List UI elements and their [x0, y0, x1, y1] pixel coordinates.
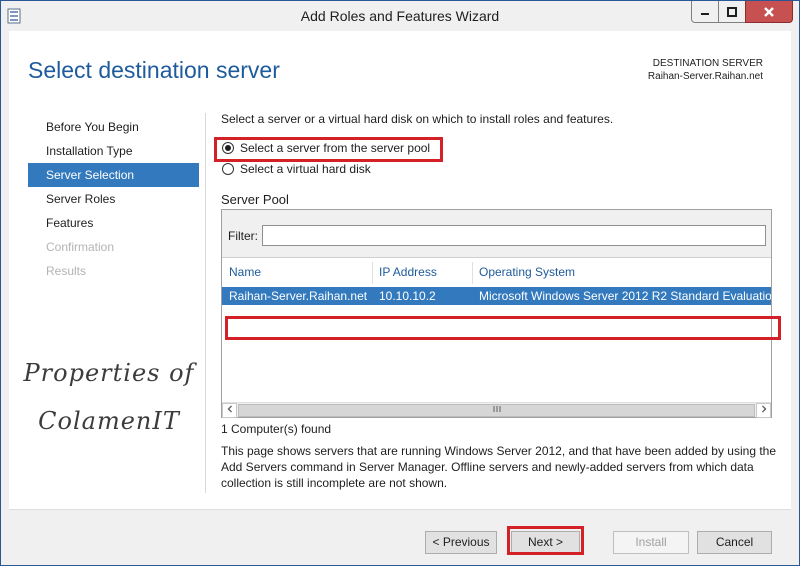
close-icon	[764, 6, 774, 17]
filter-area: Filter:	[222, 210, 771, 258]
minimize-icon	[701, 12, 709, 15]
watermark-line-2: ColamenIT	[38, 407, 180, 435]
nav-server-selection[interactable]: Server Selection	[28, 163, 199, 187]
annotation-box-radio	[214, 137, 443, 162]
chevron-right-icon	[761, 405, 766, 413]
destination-server-name: Raihan-Server.Raihan.net	[647, 71, 763, 82]
scroll-thumb[interactable]	[238, 404, 755, 417]
annotation-box-next	[507, 526, 584, 555]
page-title: Select destination server	[28, 57, 280, 83]
server-pool-list: Filter: Name IP Address Operating System…	[221, 209, 772, 418]
server-pool-heading: Server Pool	[221, 192, 289, 207]
minimize-button[interactable]	[691, 1, 719, 23]
window-title: Add Roles and Features Wizard	[300, 8, 500, 24]
column-header-name[interactable]: Name	[222, 258, 372, 286]
wizard-content: Select destination server DESTINATION SE…	[9, 31, 791, 559]
wizard-window: Add Roles and Features Wizard Select des…	[0, 0, 800, 566]
nav-installation-type[interactable]: Installation Type	[28, 139, 199, 163]
cell-server-name: Raihan-Server.Raihan.net	[229, 289, 368, 303]
divider	[205, 113, 206, 493]
maximize-button[interactable]	[718, 1, 746, 23]
column-header-os[interactable]: Operating System	[472, 258, 771, 286]
watermark-line-1: Properties of	[23, 359, 195, 387]
vhd-option-label[interactable]: Select a virtual hard disk	[240, 162, 371, 176]
nav-results: Results	[46, 264, 87, 278]
computers-found-count: 1 Computer(s) found	[221, 422, 332, 436]
close-button[interactable]	[745, 1, 793, 23]
watermark: Properties of ColamenIT	[19, 349, 199, 445]
chevron-left-icon	[227, 405, 232, 413]
horizontal-scrollbar[interactable]	[222, 402, 771, 418]
annotation-box-row	[225, 316, 781, 340]
cancel-button[interactable]: Cancel	[697, 531, 772, 554]
cell-ip-address: 10.10.10.2	[379, 289, 436, 303]
nav-features[interactable]: Features	[28, 211, 199, 235]
scroll-left-button[interactable]	[222, 403, 237, 418]
nav-before-you-begin[interactable]: Before You Begin	[28, 115, 199, 139]
column-header-ip[interactable]: IP Address	[372, 258, 472, 286]
filter-input[interactable]	[262, 225, 766, 246]
title-bar[interactable]: Add Roles and Features Wizard	[1, 1, 799, 31]
previous-button[interactable]: < Previous	[425, 531, 497, 554]
install-button: Install	[613, 531, 689, 554]
instruction-text: Select a server or a virtual hard disk o…	[221, 112, 614, 126]
cell-operating-system: Microsoft Windows Server 2012 R2 Standar…	[479, 289, 771, 303]
filter-label: Filter:	[228, 229, 258, 243]
destination-server-label: DESTINATION SERVER	[652, 58, 763, 69]
radio-vhd[interactable]	[222, 163, 234, 175]
nav-confirmation: Confirmation	[46, 240, 115, 254]
scroll-right-button[interactable]	[756, 403, 771, 418]
table-row[interactable]: Raihan-Server.Raihan.net 10.10.10.2 Micr…	[222, 287, 771, 305]
maximize-icon	[727, 6, 737, 17]
wizard-steps-nav: Before You Begin Installation Type Serve…	[28, 115, 199, 283]
vhd-option[interactable]: Select a virtual hard disk	[222, 160, 371, 178]
grip-icon	[493, 406, 500, 412]
button-bar: < Previous Next > Install Cancel	[9, 509, 791, 559]
nav-server-roles[interactable]: Server Roles	[28, 187, 199, 211]
description-text: This page shows servers that are running…	[221, 444, 777, 490]
